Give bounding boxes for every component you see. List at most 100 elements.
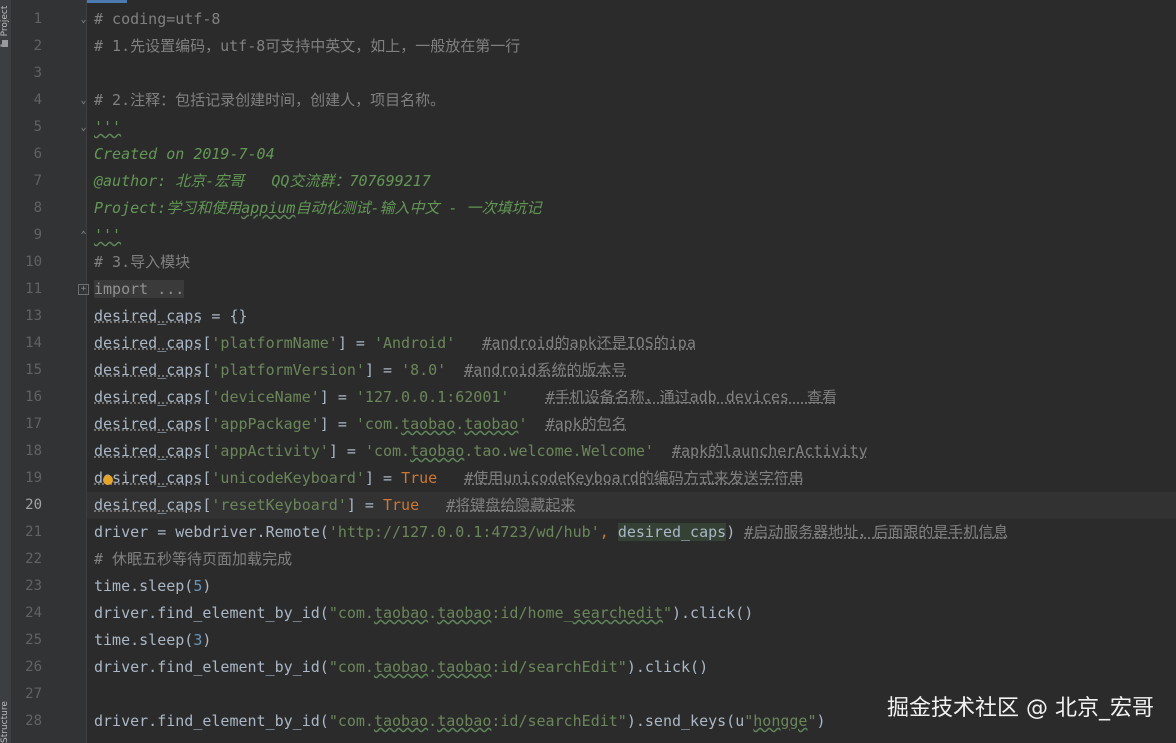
- code-token: #使用unicodeKeyboard的编码方式来发送字符串: [464, 469, 804, 487]
- line-number[interactable]: 18: [12, 438, 42, 465]
- code-token: # 2.注释：包括记录创建时间，创建人，项目名称。: [94, 91, 446, 109]
- line-number[interactable]: 7: [12, 168, 42, 195]
- code-line[interactable]: ''': [94, 222, 121, 249]
- code-token: taobao: [410, 442, 465, 460]
- code-token: # 1.先设置编码，utf-8可支持中英文，如上，一般放在第一行: [94, 37, 521, 55]
- line-number[interactable]: 10: [12, 249, 42, 276]
- code-line[interactable]: desired_caps['resetKeyboard'] = True #将键…: [94, 492, 575, 519]
- code-token: driver.find_element_by_id(: [94, 658, 329, 676]
- code-token: .: [428, 604, 438, 622]
- line-number[interactable]: 6: [12, 141, 42, 168]
- code-line[interactable]: driver.find_element_by_id("com.taobao.ta…: [94, 708, 826, 735]
- code-line[interactable]: import ...: [94, 276, 185, 303]
- code-token: 'appPackage': [211, 415, 320, 433]
- code-token: ] =: [319, 415, 356, 433]
- line-number[interactable]: 14: [12, 330, 42, 357]
- code-token: #将键盘给隐藏起来: [446, 496, 576, 514]
- line-number[interactable]: 22: [12, 546, 42, 573]
- code-token: taobao: [437, 604, 492, 622]
- line-number[interactable]: 2: [12, 33, 42, 60]
- code-token: .: [455, 415, 465, 433]
- code-token: .: [428, 658, 438, 676]
- line-number[interactable]: 28: [12, 708, 42, 735]
- code-line[interactable]: desired_caps['platformVersion'] = '8.0' …: [94, 357, 627, 384]
- code-token: ] =: [319, 388, 356, 406]
- code-line[interactable]: driver.find_element_by_id("com.taobao.ta…: [94, 654, 708, 681]
- expand-fold-icon[interactable]: +: [78, 284, 89, 295]
- line-number[interactable]: 1: [12, 6, 42, 33]
- code-token: # coding=utf-8: [94, 10, 221, 28]
- line-number[interactable]: 4: [12, 87, 42, 114]
- code-token: True: [383, 496, 420, 514]
- collapse-fold-icon[interactable]: ⌄: [78, 14, 89, 25]
- code-token: ": [807, 712, 817, 730]
- line-number[interactable]: 25: [12, 627, 42, 654]
- code-line[interactable]: # 1.先设置编码，utf-8可支持中英文，如上，一般放在第一行: [94, 33, 520, 60]
- line-number[interactable]: 24: [12, 600, 42, 627]
- lightbulb-icon[interactable]: [103, 475, 113, 485]
- code-line[interactable]: @author: 北京-宏哥 QQ交流群：707699217: [94, 168, 431, 195]
- code-token: desired_caps: [94, 334, 203, 352]
- code-line[interactable]: desired_caps['appPackage'] = 'com.taobao…: [94, 411, 627, 438]
- code-line[interactable]: desired_caps['appActivity'] = 'com.taoba…: [94, 438, 868, 465]
- code-token: .tao.welcome.Welcome': [464, 442, 654, 460]
- code-token: .: [428, 712, 438, 730]
- line-number[interactable]: 16: [12, 384, 42, 411]
- line-number[interactable]: 23: [12, 573, 42, 600]
- code-line[interactable]: # 3.导入模块: [94, 249, 190, 276]
- code-line[interactable]: time.sleep(3): [94, 627, 211, 654]
- code-line[interactable]: ''': [94, 114, 121, 141]
- code-line[interactable]: driver.find_element_by_id("com.taobao.ta…: [94, 600, 753, 627]
- line-number[interactable]: 3: [12, 60, 42, 87]
- collapse-fold-icon[interactable]: ⌄: [78, 122, 89, 133]
- collapse-fold-icon[interactable]: ⌄: [78, 95, 89, 106]
- code-token: ).click(): [626, 658, 709, 676]
- code-token: Project:学习和使用: [94, 199, 242, 217]
- code-token: :id/searchEdit": [491, 658, 627, 676]
- line-number[interactable]: 19: [12, 465, 42, 492]
- line-number[interactable]: 11: [12, 276, 42, 303]
- code-token: taobao: [373, 712, 429, 730]
- code-line[interactable]: desired_caps['platformName'] = 'Android'…: [94, 330, 696, 357]
- line-number[interactable]: 15: [12, 357, 42, 384]
- code-line[interactable]: # 2.注释：包括记录创建时间，创建人，项目名称。: [94, 87, 445, 114]
- line-number[interactable]: 20: [12, 492, 42, 519]
- code-token: # 3.导入模块: [94, 253, 191, 271]
- line-number[interactable]: 13: [12, 303, 42, 330]
- code-line[interactable]: Created on 2019-7-04: [94, 141, 275, 168]
- code-token: import ...: [94, 280, 185, 298]
- code-token: desired_caps: [94, 361, 203, 379]
- code-token: @author: 北京-宏哥 QQ交流群：707699217: [94, 172, 431, 190]
- line-number[interactable]: 27: [12, 681, 42, 708]
- structure-tool-tab[interactable]: Structure: [0, 701, 11, 743]
- line-number[interactable]: 8: [12, 195, 42, 222]
- code-token: driver.find_element_by_id(: [94, 604, 329, 622]
- code-token: True: [401, 469, 438, 487]
- line-number[interactable]: 26: [12, 654, 42, 681]
- collapse-fold-icon[interactable]: ⌃: [78, 230, 89, 241]
- code-token: ] =: [364, 469, 402, 487]
- code-token: 自动化测试-输入中文 - 一次填坑记: [295, 199, 542, 217]
- line-number[interactable]: 17: [12, 411, 42, 438]
- code-token: 'platformVersion': [211, 361, 365, 379]
- code-line[interactable]: desired_caps['unicodeKeyboard'] = True #…: [94, 465, 804, 492]
- line-number[interactable]: 5: [12, 114, 42, 141]
- code-line[interactable]: Project:学习和使用appium自动化测试-输入中文 - 一次填坑记: [94, 195, 542, 222]
- code-line[interactable]: time.sleep(5): [94, 573, 211, 600]
- code-line[interactable]: # coding=utf-8: [94, 6, 220, 33]
- code-token: 'http://127.0.0.1:4723/wd/hub': [328, 523, 600, 541]
- code-line[interactable]: desired_caps['deviceName'] = '127.0.0.1:…: [94, 384, 837, 411]
- project-folder-icon: [2, 40, 8, 47]
- line-number[interactable]: 9: [12, 222, 42, 249]
- code-line[interactable]: desired_caps = {}: [94, 303, 248, 330]
- code-line[interactable]: # 休眠五秒等待页面加载完成: [94, 546, 292, 573]
- line-number[interactable]: 21: [12, 519, 42, 546]
- code-line[interactable]: driver = webdriver.Remote('http://127.0.…: [94, 519, 1008, 546]
- code-token: 'unicodeKeyboard': [211, 469, 365, 487]
- editor-tab-indicator: [87, 0, 127, 3]
